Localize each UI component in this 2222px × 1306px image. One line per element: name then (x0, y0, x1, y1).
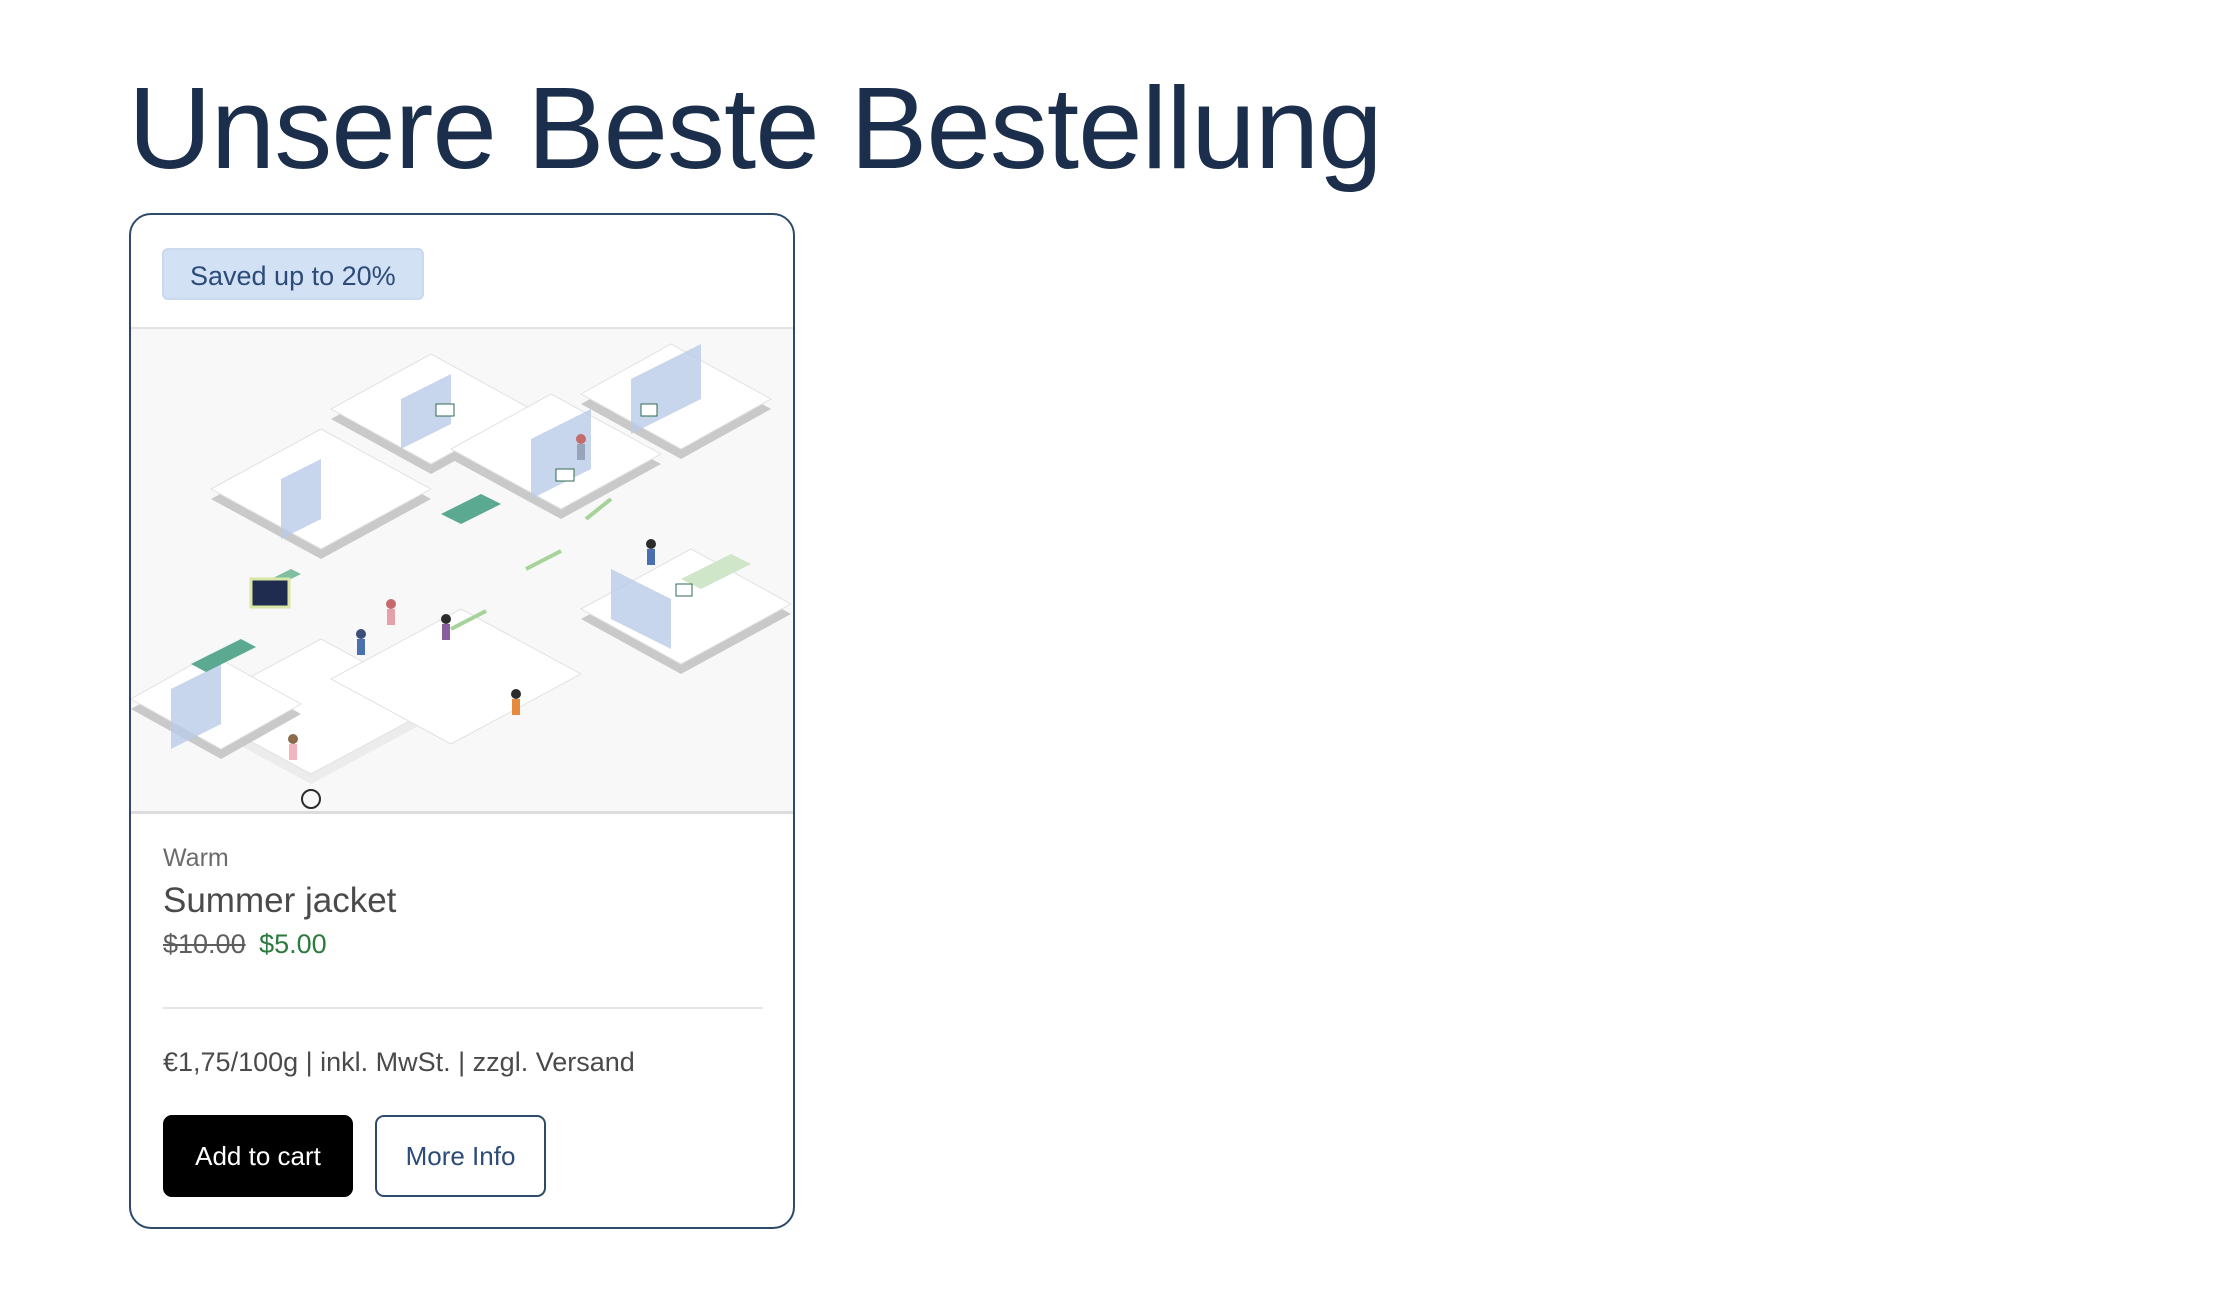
price-row: $10.00 $5.00 (163, 927, 763, 961)
product-card: Saved up to 20% Warm Summer jacket $10.0… (129, 213, 795, 1229)
more-info-button[interactable]: More Info (375, 1115, 546, 1197)
page-title: Unsere Beste Bestellung (128, 63, 1383, 193)
unit-price-info: €1,75/100g | inkl. MwSt. | zzgl. Versand (163, 1047, 635, 1077)
product-info: Warm Summer jacket $10.00 $5.00 (163, 843, 763, 961)
product-category: Warm (163, 844, 229, 872)
discount-badge: Saved up to 20% (162, 248, 424, 300)
isometric-hospital-illustration (131, 343, 793, 809)
product-image[interactable] (131, 327, 793, 814)
product-title[interactable]: Summer jacket (163, 879, 763, 923)
sale-price: $5.00 (259, 929, 327, 959)
original-price: $10.00 (163, 929, 246, 959)
divider (163, 1007, 763, 1009)
add-to-cart-button[interactable]: Add to cart (163, 1115, 353, 1197)
